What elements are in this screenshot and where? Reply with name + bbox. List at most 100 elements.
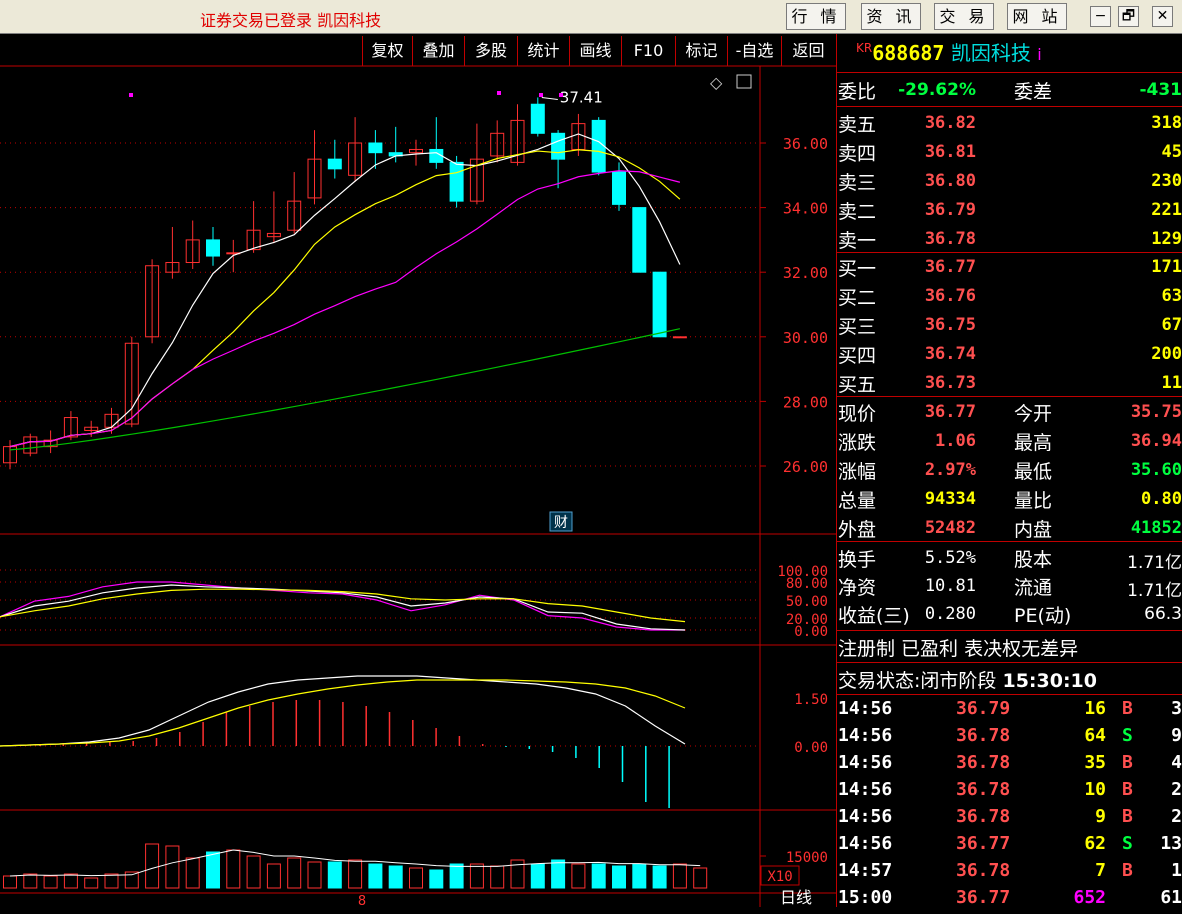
toolbar-back-button[interactable]: 返回 <box>781 36 835 66</box>
volume-bar <box>469 863 484 889</box>
toolbar-watchlist-button[interactable]: -自选 <box>727 36 781 66</box>
tick-volume: 35 <box>1084 752 1106 773</box>
volume-bar <box>652 865 667 889</box>
tick-time: 15:00 <box>838 887 893 908</box>
tick-price: 36.78 <box>956 806 1011 827</box>
volume-bar <box>63 873 78 889</box>
fund-value-2: 1.71亿 <box>1127 553 1182 573</box>
menu-market-button[interactable]: 行 情 <box>786 3 846 30</box>
menu-news-button[interactable]: 资 讯 <box>861 3 921 30</box>
quote-label-2: 今开 <box>1014 403 1053 425</box>
restore-icon[interactable]: 🗗 <box>1118 6 1139 27</box>
volume-bar <box>226 849 241 889</box>
period-label: 日线 <box>780 888 812 907</box>
volume-bar <box>632 863 647 889</box>
price-axis-label: 34.00 <box>783 200 828 218</box>
sell-row: 卖三 36.80 230 <box>838 168 1182 196</box>
tick-time: 14:56 <box>838 725 893 746</box>
divider <box>836 72 1182 73</box>
tick-count: 4 <box>1171 752 1182 773</box>
toolbar-stats-button[interactable]: 统计 <box>517 36 569 66</box>
buy-level-label: 买五 <box>838 374 877 396</box>
sell-row: 卖五 36.82 318 <box>838 110 1182 138</box>
info-icon[interactable]: i <box>1037 45 1041 64</box>
price-axis-label: 36.00 <box>783 135 828 153</box>
volume-bar <box>165 845 180 889</box>
close-icon[interactable]: ✕ <box>1152 6 1173 27</box>
tick-row: 14:56 36.79 16 B 3 <box>838 698 1182 725</box>
tick-side: B <box>1122 779 1133 800</box>
indicator1-axis-label: 50.00 <box>786 594 828 610</box>
volume-bar <box>429 869 444 889</box>
buy-price: 36.77 <box>924 257 976 277</box>
volume-axis-label: 15000 <box>786 850 828 866</box>
minimize-icon[interactable]: − <box>1090 6 1111 27</box>
toolbar-fuquan-button[interactable]: 复权 <box>362 36 412 66</box>
quote-label: 总量 <box>838 490 877 512</box>
kline-chart[interactable]: 36.0034.0032.0030.0028.0026.0037.41财◇100… <box>0 34 836 907</box>
toolbar-mark-button[interactable]: 标记 <box>675 36 727 66</box>
buy-level-label: 买二 <box>838 287 877 309</box>
sell-price: 36.81 <box>924 142 976 162</box>
tick-volume: 10 <box>1084 779 1106 800</box>
menu-web-button[interactable]: 网 站 <box>1007 3 1067 30</box>
quote-label-2: 最高 <box>1014 432 1053 454</box>
quote-value: 36.77 <box>924 402 976 422</box>
fund-label: 收益(三) <box>838 605 910 627</box>
weicha-value: -431 <box>1139 80 1182 100</box>
tick-price: 36.78 <box>956 725 1011 746</box>
toolbar-draw-button[interactable]: 画线 <box>569 36 621 66</box>
quote-label-2: 量比 <box>1014 490 1053 512</box>
candle-body <box>206 239 220 257</box>
candle-body <box>449 161 464 202</box>
divider <box>836 630 1182 631</box>
volume-bar <box>287 857 302 889</box>
high-price-label: 37.41 <box>560 88 603 106</box>
sell-volume: 230 <box>1151 171 1182 191</box>
fund-value: 0.280 <box>924 604 976 624</box>
tick-row: 14:56 36.77 62 S 13 <box>838 833 1182 860</box>
buy-price: 36.76 <box>924 286 976 306</box>
tick-price: 36.77 <box>956 887 1011 908</box>
sell-volume: 318 <box>1151 113 1182 133</box>
buy-volume: 11 <box>1161 373 1182 393</box>
volume-bar <box>3 875 17 889</box>
weibi-label: 委比 <box>838 81 877 103</box>
window-toggle-icon <box>736 74 752 89</box>
tick-side: B <box>1122 860 1133 881</box>
buy-volume: 200 <box>1151 344 1182 364</box>
volume-bar <box>551 859 566 889</box>
tick-time: 14:56 <box>838 779 893 800</box>
fundamental-row: 换手 5.52% 股本 1.71亿 <box>838 545 1182 573</box>
price-axis-label: 32.00 <box>783 264 828 282</box>
volume-bar <box>490 865 505 889</box>
sell-level-label: 卖二 <box>838 201 877 223</box>
buy-level-label: 买三 <box>838 316 877 338</box>
volume-bar <box>672 863 687 889</box>
tick-row: 14:56 36.78 9 B 2 <box>838 806 1182 833</box>
buy-level-label: 买四 <box>838 345 877 367</box>
quote-row: 现价 36.77 今开 35.75 <box>838 399 1182 427</box>
quote-label: 涨幅 <box>838 461 877 483</box>
price-axis-label: 30.00 <box>783 329 828 347</box>
quote-value-2: 35.75 <box>1130 402 1182 422</box>
divider <box>836 252 1182 253</box>
fund-value-2: 1.71亿 <box>1127 581 1182 601</box>
sell-price: 36.80 <box>924 171 976 191</box>
tick-row: 14:57 36.78 7 B 1 <box>838 860 1182 887</box>
indicator1-axis-label: 80.00 <box>786 576 828 592</box>
quote-label: 现价 <box>838 403 877 425</box>
toolbar-f10-button[interactable]: F10 <box>621 36 675 66</box>
app-title: 证券交易已登录 凯因科技 <box>200 11 382 30</box>
finance-marker: 财 <box>554 515 568 531</box>
quote-value: 2.97% <box>924 460 976 480</box>
menu-trade-button[interactable]: 交 易 <box>934 3 994 30</box>
divider <box>836 662 1182 663</box>
buy-level-label: 买一 <box>838 258 877 280</box>
toolbar-overlay-button[interactable]: 叠加 <box>412 36 464 66</box>
tick-price: 36.78 <box>956 860 1011 881</box>
tick-price: 36.78 <box>956 752 1011 773</box>
toolbar-multi-button[interactable]: 多股 <box>464 36 517 66</box>
sell-row: 卖一 36.78 129 <box>838 226 1182 254</box>
tick-time: 14:56 <box>838 806 893 827</box>
